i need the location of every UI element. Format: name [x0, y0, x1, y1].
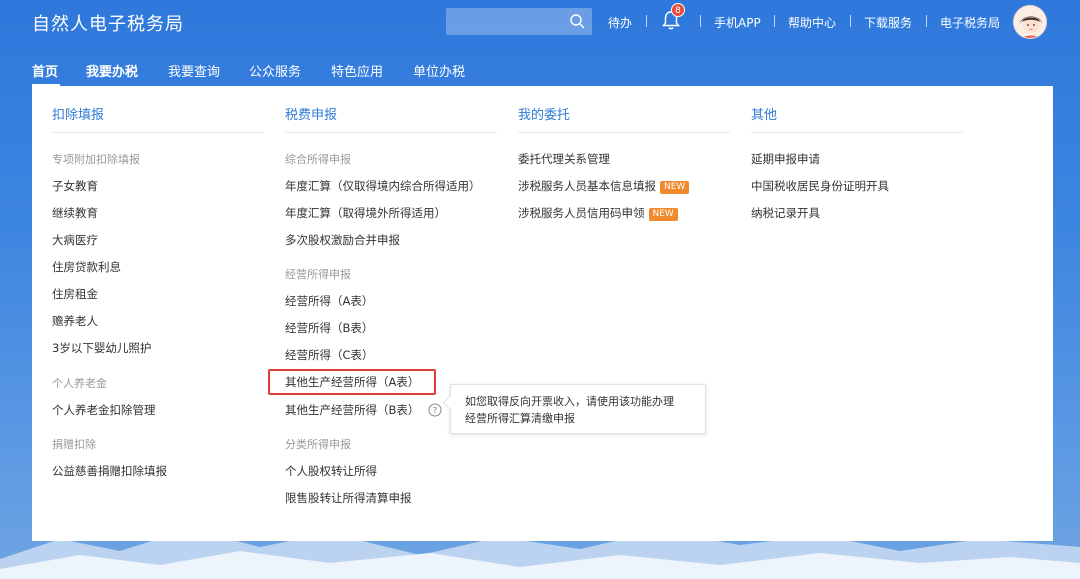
- menu-heading-tax-declaration[interactable]: 税费申报: [285, 104, 337, 123]
- tooltip-line: 经营所得汇算清缴申报: [465, 412, 575, 425]
- app-title[interactable]: 自然人电子税务局: [32, 10, 184, 36]
- menu-item-housing-loan[interactable]: 住房贷款利息: [52, 259, 121, 275]
- menu-item-business-a[interactable]: 经营所得（A表）: [285, 293, 373, 309]
- nav-public-service[interactable]: 公众服务: [249, 61, 301, 80]
- divider: [926, 15, 927, 27]
- search-input[interactable]: [446, 8, 592, 35]
- menu-item-charity-donation[interactable]: 公益慈善捐赠扣除填报: [52, 463, 167, 479]
- menu-item-equity-transfer[interactable]: 个人股权转让所得: [285, 463, 377, 479]
- question-icon[interactable]: ?: [428, 403, 442, 417]
- menu-item-elderly-support[interactable]: 赡养老人: [52, 313, 98, 329]
- nav-special-apps[interactable]: 特色应用: [331, 61, 383, 80]
- divider: [751, 132, 963, 133]
- user-avatar-icon: [1014, 6, 1046, 38]
- menu-group-label: 经营所得申报: [285, 268, 351, 281]
- avatar[interactable]: [1013, 5, 1047, 39]
- menu-item-restricted-stock[interactable]: 限售股转让所得清算申报: [285, 490, 412, 506]
- download-link[interactable]: 下载服务: [864, 14, 912, 31]
- e-tax-bureau-link[interactable]: 电子税务局: [940, 14, 1000, 31]
- help-center-link[interactable]: 帮助中心: [788, 14, 836, 31]
- divider: [285, 132, 497, 133]
- new-badge: NEW: [660, 181, 690, 194]
- mega-menu-panel: 扣除填报 专项附加扣除填报 子女教育 继续教育 大病医疗 住房贷款利息 住房租金…: [32, 86, 1053, 541]
- todo-link[interactable]: 待办: [608, 14, 632, 31]
- menu-item-serious-illness[interactable]: 大病医疗: [52, 232, 98, 248]
- tooltip: 如您取得反向开票收入，请使用该功能办理 经营所得汇算清缴申报: [450, 384, 706, 434]
- nav-tax-handling[interactable]: 我要办税: [86, 61, 138, 80]
- menu-item-continuing-education[interactable]: 继续教育: [52, 205, 98, 221]
- menu-group-label: 个人养老金: [52, 377, 107, 390]
- top-bar: 自然人电子税务局 待办 8 手机APP 帮助中心 下载服务 电子税务局: [0, 0, 1080, 44]
- menu-item-business-c[interactable]: 经营所得（C表）: [285, 347, 374, 363]
- notification-badge: 8: [671, 3, 685, 17]
- menu-group-label: 专项附加扣除填报: [52, 153, 140, 166]
- menu-item-label: 涉税服务人员基本信息填报: [518, 179, 656, 193]
- menu-item-equity-incentive[interactable]: 多次股权激励合并申报: [285, 232, 400, 248]
- menu-item-residency-cert[interactable]: 中国税收居民身份证明开具: [751, 178, 889, 194]
- menu-item-child-education[interactable]: 子女教育: [52, 178, 98, 194]
- svg-text:?: ?: [433, 407, 438, 417]
- menu-item-other-business-b[interactable]: 其他生产经营所得（B表）: [285, 402, 419, 418]
- menu-item-label: 涉税服务人员信用码申领: [518, 206, 645, 220]
- menu-item-staff-info[interactable]: 涉税服务人员基本信息填报 NEW: [518, 178, 690, 194]
- divider: [700, 15, 701, 27]
- divider: [774, 15, 775, 27]
- tooltip-line: 如您取得反向开票收入，请使用该功能办理: [465, 395, 674, 408]
- search-icon[interactable]: [569, 13, 586, 30]
- menu-item-tax-record[interactable]: 纳税记录开具: [751, 205, 820, 221]
- menu-item-credit-code[interactable]: 涉税服务人员信用码申领 NEW: [518, 205, 678, 221]
- menu-item-annual-overseas[interactable]: 年度汇算（取得境外所得适用）: [285, 205, 446, 221]
- menu-item-business-b[interactable]: 经营所得（B表）: [285, 320, 373, 336]
- new-badge: NEW: [648, 208, 678, 221]
- nav-home[interactable]: 首页: [32, 61, 58, 80]
- divider: [850, 15, 851, 27]
- menu-heading-delegation[interactable]: 我的委托: [518, 104, 570, 123]
- divider: [646, 15, 647, 27]
- main-nav: 首页 我要办税 我要查询 公众服务 特色应用 单位办税: [0, 44, 1080, 86]
- menu-group-label: 分类所得申报: [285, 438, 351, 451]
- divider: [52, 132, 264, 133]
- nav-unit-tax[interactable]: 单位办税: [413, 61, 465, 80]
- menu-item-extension[interactable]: 延期申报申请: [751, 151, 820, 167]
- menu-item-annual-domestic[interactable]: 年度汇算（仅取得境内综合所得适用）: [285, 178, 481, 194]
- menu-item-infant-care[interactable]: 3岁以下婴幼儿照护: [52, 340, 151, 356]
- highlight-box: [268, 369, 436, 395]
- mobile-app-link[interactable]: 手机APP: [714, 14, 761, 31]
- menu-item-agency-management[interactable]: 委托代理关系管理: [518, 151, 610, 167]
- menu-heading-deduction[interactable]: 扣除填报: [52, 104, 104, 123]
- divider: [518, 132, 730, 133]
- nav-query[interactable]: 我要查询: [168, 61, 220, 80]
- menu-group-label: 捐赠扣除: [52, 438, 96, 451]
- menu-group-label: 综合所得申报: [285, 153, 351, 166]
- menu-item-housing-rent[interactable]: 住房租金: [52, 286, 98, 302]
- menu-item-pension-deduction[interactable]: 个人养老金扣除管理: [52, 402, 156, 418]
- menu-heading-other[interactable]: 其他: [751, 104, 777, 123]
